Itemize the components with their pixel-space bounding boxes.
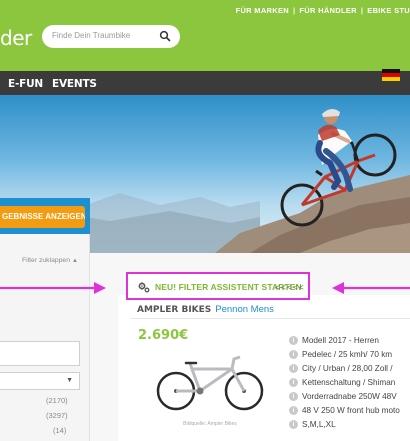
link-fuer-haendler[interactable]: FÜR HÄNDLER: [299, 6, 356, 15]
search-input[interactable]: Finde Dein Traumbike: [42, 25, 180, 48]
arrow-left-icon: [332, 282, 410, 294]
filter-count: (2170): [46, 396, 68, 405]
search-placeholder: Finde Dein Traumbike: [52, 31, 131, 40]
separator: |: [360, 6, 364, 15]
spec-item: i S,M,L,XL: [289, 420, 336, 429]
spec-item: i 48 V 250 W front hub moto: [289, 406, 400, 415]
info-icon: i: [289, 336, 298, 345]
spec-item: i Kettenschaltung / Shiman: [289, 378, 395, 387]
sidebar-select[interactable]: ▼: [0, 372, 80, 390]
filter-sidebar: [0, 234, 90, 441]
info-icon: i: [289, 378, 298, 387]
info-icon: i: [289, 392, 298, 401]
spec-item: i City / Urban / 28,00 Zoll /: [289, 364, 393, 373]
bike-brand: AMPLER BIKES: [137, 305, 212, 315]
search-icon[interactable]: [159, 30, 171, 42]
arrow-right-icon: [0, 282, 106, 294]
spec-item: i Pedelec / 25 kmh/ 70 km: [289, 350, 392, 359]
filter-count: (14): [53, 426, 67, 435]
info-icon: i: [289, 406, 298, 415]
bike-title[interactable]: AMPLER BIKES Pennon Mens: [137, 304, 274, 315]
main-nav: E-FUN EVENTS: [0, 71, 410, 95]
filter-assistant-button[interactable]: NEU! FILTER ASSISTENT STARTEN <<<<<: [126, 272, 310, 300]
info-icon: i: [289, 350, 298, 359]
bike-image[interactable]: [150, 347, 270, 417]
chevron-down-icon: ▼: [66, 377, 73, 384]
info-icon: i: [289, 420, 298, 429]
nav-item-events[interactable]: EVENTS: [52, 78, 97, 90]
link-fuer-marken[interactable]: FÜR MARKEN: [236, 6, 289, 15]
link-ebike-studie[interactable]: EBIKE STU: [367, 6, 410, 15]
divider: [130, 318, 410, 319]
german-flag-icon[interactable]: [382, 69, 400, 81]
logo[interactable]: der: [0, 26, 32, 50]
top-links: FÜR MARKEN | FÜR HÄNDLER | EBIKE STU: [236, 6, 410, 15]
sidebar-text-input[interactable]: [0, 341, 80, 366]
bike-price: 2.690€: [138, 328, 189, 343]
filter-collapse-link[interactable]: Filter zuklappen ▲: [22, 257, 78, 264]
image-credit: Bildquelle: Ampler Bikes: [183, 421, 237, 427]
spec-item: i Vorderradnabe 250W 48V: [289, 392, 397, 401]
caret-up-icon: ▲: [71, 258, 78, 264]
spec-item: i Modell 2017 - Herren: [289, 336, 379, 345]
site-header: der FÜR MARKEN | FÜR HÄNDLER | EBIKE STU Fin…: [0, 0, 410, 71]
show-results-button[interactable]: GEBNISSE ANZEIGEN: [0, 206, 85, 228]
filter-assistant-arrows: <<<<<: [275, 282, 305, 292]
gears-icon: [138, 282, 150, 293]
info-icon: i: [289, 364, 298, 373]
filter-collapse-label: Filter zuklappen: [22, 257, 70, 264]
filter-count: (3297): [46, 411, 68, 420]
bike-model-link[interactable]: Pennon Mens: [215, 304, 274, 315]
nav-item-e-fun[interactable]: E-FUN: [8, 78, 43, 90]
separator: |: [293, 6, 296, 15]
